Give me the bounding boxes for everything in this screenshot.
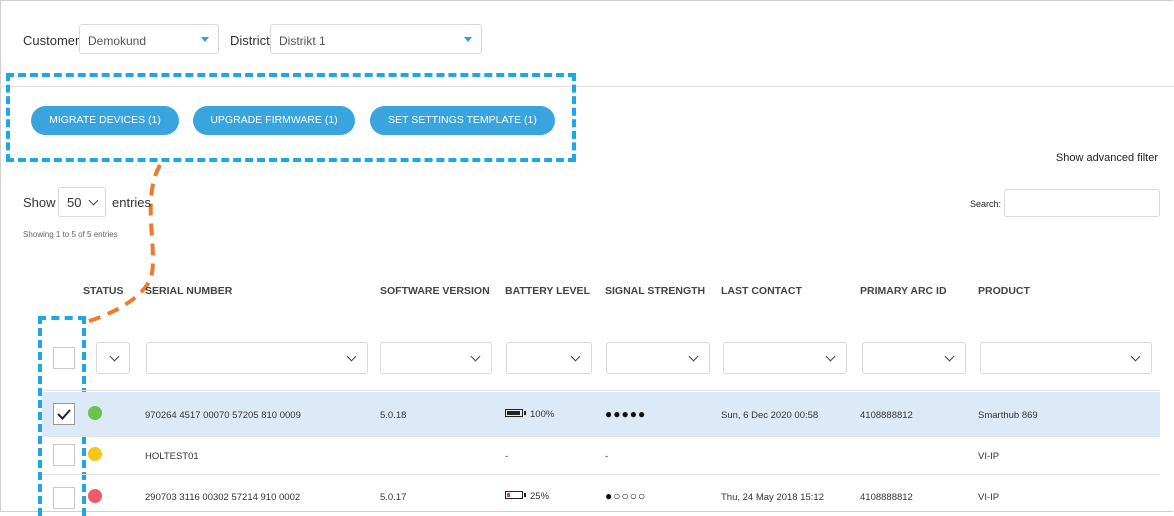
chevron-down-icon: [688, 351, 699, 362]
status-dot: [88, 406, 102, 420]
primary-arc-id-cell: 4108888812: [860, 492, 913, 503]
filter-signal-strength[interactable]: [606, 342, 710, 374]
battery-icon: [505, 409, 526, 417]
product-cell: VI-IP: [978, 451, 1000, 462]
battery-icon: [505, 491, 526, 499]
status-dot: [88, 489, 102, 503]
filter-serial-number[interactable]: [146, 342, 368, 374]
chevron-down-icon: [470, 351, 481, 362]
software-version-cell: 5.0.17: [380, 492, 407, 503]
show-advanced-filter-link[interactable]: Show advanced filter: [1056, 152, 1158, 164]
column-header-product[interactable]: PRODUCT: [978, 285, 1030, 297]
column-header-primary-arc-id[interactable]: PRIMARY ARC ID: [860, 285, 947, 297]
column-header-battery-level[interactable]: BATTERY LEVEL: [505, 285, 590, 297]
chevron-down-icon: [109, 351, 120, 362]
row-checkbox[interactable]: [53, 444, 75, 466]
row-checkbox[interactable]: [53, 403, 75, 425]
show-label: Show: [23, 195, 56, 210]
product-cell: VI-IP: [978, 492, 1000, 503]
serial-number-cell[interactable]: 970264 4517 00070 57205 810 0009: [145, 410, 301, 421]
battery-level-cell: 25%: [530, 491, 550, 502]
signal-strength-cell: ●●●●●: [605, 407, 647, 421]
search-input[interactable]: [1004, 189, 1160, 217]
chevron-down-icon: [88, 195, 99, 206]
last-contact-cell: Sun, 6 Dec 2020 00:58: [721, 410, 819, 421]
entries-select-value: 50: [67, 195, 82, 210]
serial-number-cell[interactable]: 290703 3116 00302 57214 910 0002: [145, 492, 300, 503]
row-divider: [42, 390, 1160, 391]
chevron-down-icon: [825, 351, 836, 362]
column-header-last-contact[interactable]: LAST CONTACT: [721, 285, 802, 297]
filter-product[interactable]: [980, 342, 1152, 374]
chevron-down-icon: [346, 351, 357, 362]
filter-software-version[interactable]: [380, 342, 492, 374]
entries-select[interactable]: 50: [58, 187, 106, 217]
column-header-status[interactable]: STATUS: [83, 285, 123, 297]
signal-strength-cell: ●○○○○: [605, 489, 647, 503]
select-all-checkbox[interactable]: [53, 347, 75, 369]
primary-arc-id-cell: 4108888812: [860, 410, 913, 421]
table-info: Showing 1 to 5 of 5 entries: [23, 230, 118, 239]
serial-number-cell[interactable]: HOLTEST01: [145, 451, 199, 462]
row-checkbox[interactable]: [53, 487, 75, 509]
column-header-serial-number[interactable]: SERIAL NUMBER: [145, 285, 232, 297]
column-header-signal-strength[interactable]: SIGNAL STRENGTH: [605, 285, 705, 297]
search-label: Search:: [970, 199, 1002, 209]
chevron-down-icon: [944, 351, 955, 362]
battery-level-cell: -: [505, 451, 509, 462]
chevron-down-icon: [570, 351, 581, 362]
status-dot: [88, 447, 102, 461]
last-contact-cell: Thu, 24 May 2018 15:12: [721, 492, 824, 503]
filter-status[interactable]: [96, 342, 130, 374]
filter-last-contact[interactable]: [723, 342, 847, 374]
entries-label: entries: [112, 195, 152, 210]
filter-battery-level[interactable]: [506, 342, 592, 374]
product-cell: Smarthub 869: [978, 410, 1038, 421]
filter-primary-arc-id[interactable]: [862, 342, 966, 374]
column-header-software-version[interactable]: SOFTWARE VERSION: [380, 285, 490, 297]
software-version-cell: 5.0.18: [380, 410, 407, 421]
battery-level-cell: 100%: [530, 409, 555, 420]
checkmark-icon: [57, 409, 71, 420]
signal-strength-cell: -: [605, 451, 609, 462]
chevron-down-icon: [1130, 351, 1141, 362]
